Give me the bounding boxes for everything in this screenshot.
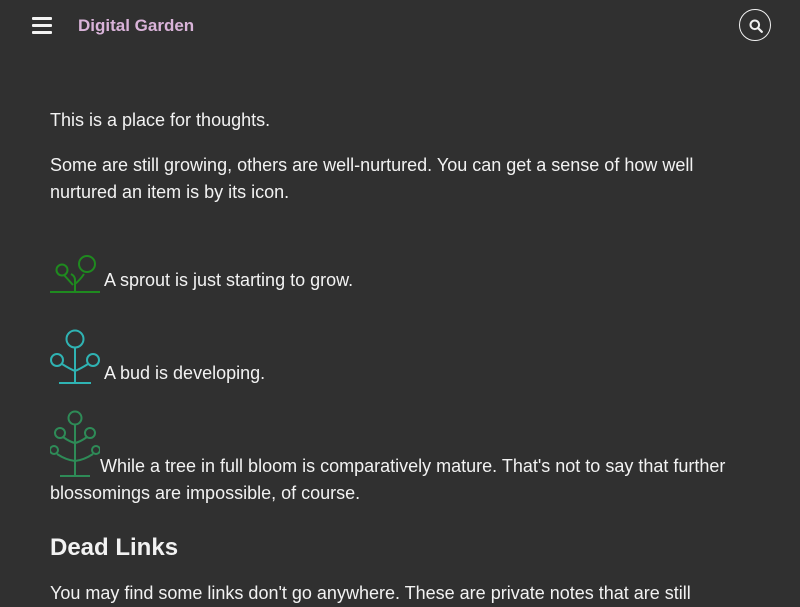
sprout-icon — [50, 255, 100, 293]
site-header: Digital Garden — [0, 0, 800, 54]
stage-tree: While a tree in full bloom is comparativ… — [50, 410, 750, 507]
intro-text: This is a place for thoughts. — [50, 110, 271, 130]
bud-icon — [50, 329, 100, 384]
search-button[interactable] — [739, 9, 771, 41]
description-text: Some are still growing, others are well-… — [50, 155, 694, 202]
hamburger-menu-icon[interactable] — [32, 16, 52, 36]
tree-text: While a tree in full bloom is comparativ… — [50, 456, 726, 503]
tree-icon — [50, 410, 100, 477]
stage-sprout: A sprout is just starting to grow. — [50, 254, 750, 294]
sprout-text: A sprout is just starting to grow. — [104, 270, 354, 290]
search-icon — [749, 19, 763, 33]
bud-text: A bud is developing. — [104, 363, 266, 383]
dead-links-text: You may find some links don't go anywher… — [50, 583, 691, 603]
site-title-link[interactable]: Digital Garden — [78, 16, 194, 36]
dead-links-heading: Dead Links — [50, 534, 179, 561]
stage-bud: A bud is developing. — [50, 329, 750, 387]
